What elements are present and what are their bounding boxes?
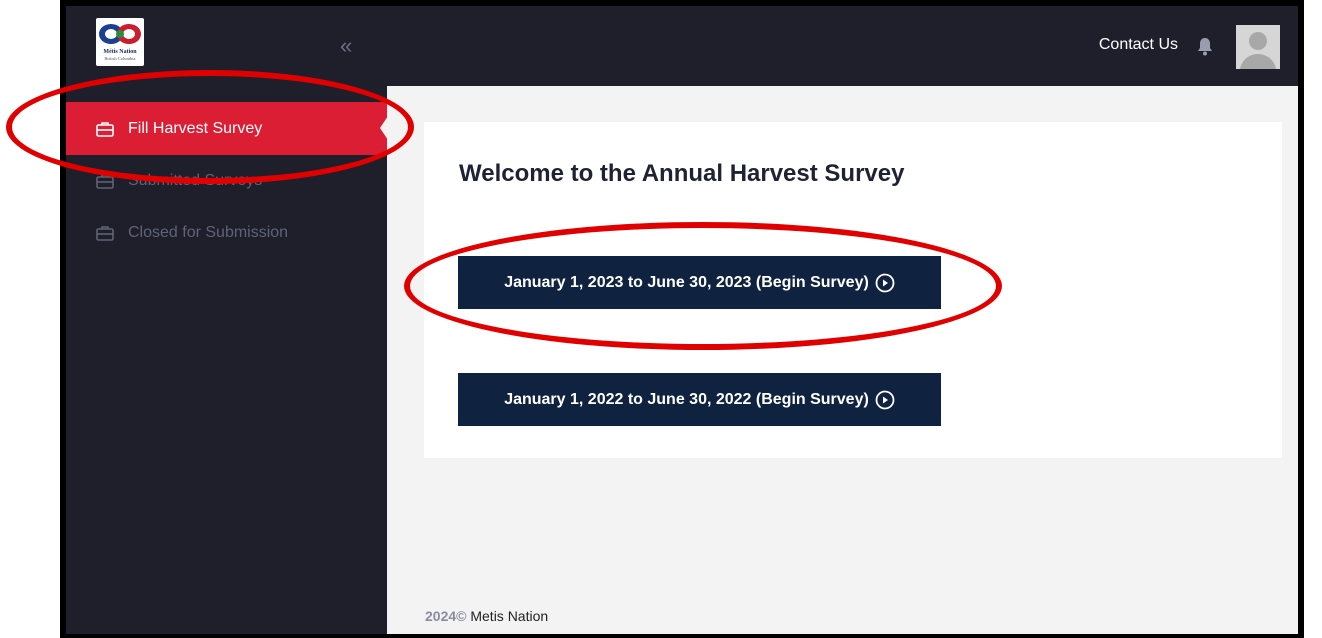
collapse-sidebar-icon[interactable]: « [340, 35, 352, 57]
sidebar-item-submitted-surveys[interactable]: Submitted Surveys [66, 155, 387, 207]
begin-survey-2022-button[interactable]: January 1, 2022 to June 30, 2022 (Begin … [458, 373, 941, 426]
play-circle-icon [875, 390, 895, 410]
app-window: Métis Nation British Columbia « Fill Har… [60, 0, 1304, 638]
footer: 2024© Metis Nation [425, 608, 548, 624]
metis-nation-logo[interactable]: Métis Nation British Columbia [96, 18, 144, 66]
bell-icon[interactable] [1196, 36, 1214, 56]
survey-button-label: January 1, 2023 to June 30, 2023 (Begin … [504, 273, 869, 291]
page-title: Welcome to the Annual Harvest Survey [459, 160, 905, 187]
contact-us-link[interactable]: Contact Us [1099, 36, 1178, 54]
top-bar: Contact Us [387, 6, 1298, 86]
sidebar-item-fill-harvest-survey[interactable]: Fill Harvest Survey [66, 102, 388, 155]
survey-card: Welcome to the Annual Harvest Survey Jan… [424, 122, 1282, 458]
sidebar-item-label: Closed for Submission [128, 224, 289, 241]
sidebar-nav: Fill Harvest Survey Submitted Surveys Cl… [66, 102, 388, 259]
footer-year: 2024© [425, 608, 467, 624]
user-avatar-icon[interactable] [1236, 25, 1280, 69]
sidebar: Métis Nation British Columbia « Fill Har… [66, 6, 388, 634]
briefcase-icon [96, 173, 114, 189]
logo-subtitle: British Columbia [104, 56, 136, 61]
logo-name: Métis Nation [103, 49, 137, 55]
survey-button-label: January 1, 2022 to June 30, 2022 (Begin … [504, 390, 869, 408]
brand-area: Métis Nation British Columbia « [66, 6, 387, 86]
briefcase-icon [96, 225, 114, 241]
sidebar-item-closed-for-submission[interactable]: Closed for Submission [66, 207, 387, 259]
main-content: Welcome to the Annual Harvest Survey Jan… [387, 86, 1298, 634]
footer-org: Metis Nation [470, 608, 549, 624]
play-circle-icon [875, 273, 895, 293]
sidebar-item-label: Fill Harvest Survey [128, 119, 263, 137]
briefcase-icon [96, 121, 114, 137]
begin-survey-2023-button[interactable]: January 1, 2023 to June 30, 2023 (Begin … [458, 256, 941, 309]
sidebar-item-label: Submitted Surveys [128, 172, 263, 189]
